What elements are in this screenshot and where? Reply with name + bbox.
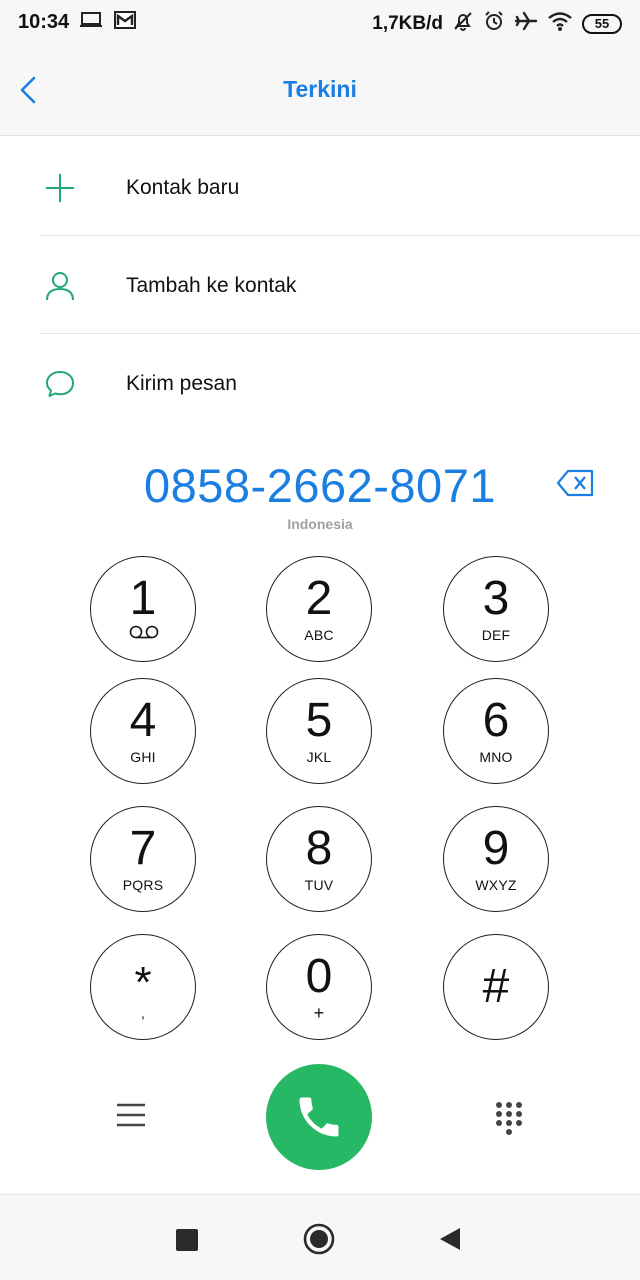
laptop-icon — [79, 10, 103, 35]
key-hash[interactable]: # — [443, 934, 549, 1040]
header: Terkini — [0, 44, 640, 136]
key-digit: 2 — [305, 572, 333, 625]
key-0[interactable]: 0 + — [266, 934, 372, 1040]
key-5[interactable]: 5 JKL — [266, 678, 372, 784]
region-label: Indonesia — [287, 516, 353, 532]
mail-icon — [113, 10, 137, 35]
key-digit: 7 — [129, 822, 157, 875]
person-icon — [46, 272, 74, 301]
key-letters: + — [313, 1003, 325, 1023]
status-right: 1,7KB/d 55 — [372, 10, 622, 37]
add-to-contact-label: Tambah ke kontak — [126, 274, 297, 297]
key-2[interactable]: 2 ABC — [266, 556, 372, 662]
menu-icon — [117, 1103, 145, 1127]
page-title: Terkini — [283, 76, 357, 102]
key-digit: 8 — [305, 822, 333, 875]
new-contact-label: Kontak baru — [126, 176, 240, 199]
key-digit: 1 — [129, 572, 157, 625]
send-message-label: Kirim pesan — [126, 372, 237, 395]
key-letters: GHI — [130, 749, 156, 765]
key-star[interactable]: * , — [90, 934, 196, 1040]
key-3[interactable]: 3 DEF — [443, 556, 549, 662]
voicemail-icon — [129, 625, 159, 639]
key-letters: TUV — [304, 877, 334, 893]
call-button[interactable] — [266, 1064, 372, 1170]
key-4[interactable]: 4 GHI — [90, 678, 196, 784]
key-digit: 0 — [305, 950, 333, 1003]
key-8[interactable]: 8 TUV — [266, 806, 372, 912]
back-triangle-icon — [440, 1228, 460, 1250]
airplane-icon — [514, 10, 538, 37]
add-to-contact-item[interactable]: Tambah ke kontak — [0, 236, 640, 334]
alarm-icon — [483, 10, 505, 37]
key-1[interactable]: 1 — [90, 556, 196, 662]
key-letters: MNO — [479, 749, 513, 765]
home-nav-button[interactable] — [303, 1223, 335, 1255]
key-letters: JKL — [306, 749, 332, 765]
mute-icon — [452, 10, 474, 37]
key-digit: # — [482, 960, 510, 1013]
key-digit: 5 — [305, 694, 333, 747]
dialed-number: 0858-2662-8071 — [144, 459, 496, 512]
status-bar: 10:34 1,7KB/d 55 — [0, 0, 640, 44]
menu-button[interactable] — [114, 1098, 148, 1132]
phone-icon — [299, 1097, 339, 1137]
status-time: 10:34 — [18, 11, 70, 33]
network-speed: 1,7KB/d — [372, 12, 443, 34]
recents-nav-button[interactable] — [176, 1229, 198, 1251]
dialpad-icon — [496, 1102, 522, 1135]
status-left: 10:34 — [18, 10, 137, 35]
key-6[interactable]: 6 MNO — [443, 678, 549, 784]
key-letters: PQRS — [122, 877, 164, 893]
key-7[interactable]: 7 PQRS — [90, 806, 196, 912]
key-letters: WXYZ — [475, 877, 517, 893]
delete-button[interactable] — [556, 468, 600, 500]
new-contact-item[interactable]: Kontak baru — [0, 138, 640, 236]
message-icon — [46, 371, 74, 397]
key-9[interactable]: 9 WXYZ — [443, 806, 549, 912]
key-digit: 4 — [129, 694, 157, 747]
key-digit: 3 — [482, 572, 510, 625]
backspace-icon — [556, 469, 594, 497]
battery-indicator: 55 — [582, 13, 622, 34]
plus-icon — [46, 174, 74, 202]
back-nav-button[interactable] — [438, 1226, 462, 1252]
key-digit: 9 — [482, 822, 510, 875]
send-message-item[interactable]: Kirim pesan — [0, 334, 640, 432]
key-digit: 6 — [482, 694, 510, 747]
key-letters: , — [140, 1005, 146, 1021]
dialpad-toggle-button[interactable] — [492, 1100, 526, 1140]
key-digit: * — [134, 958, 152, 1007]
wifi-icon — [547, 10, 573, 37]
home-icon — [303, 1223, 335, 1255]
navigation-bar — [0, 1194, 640, 1280]
key-letters: DEF — [481, 627, 511, 643]
key-letters: ABC — [304, 627, 334, 643]
